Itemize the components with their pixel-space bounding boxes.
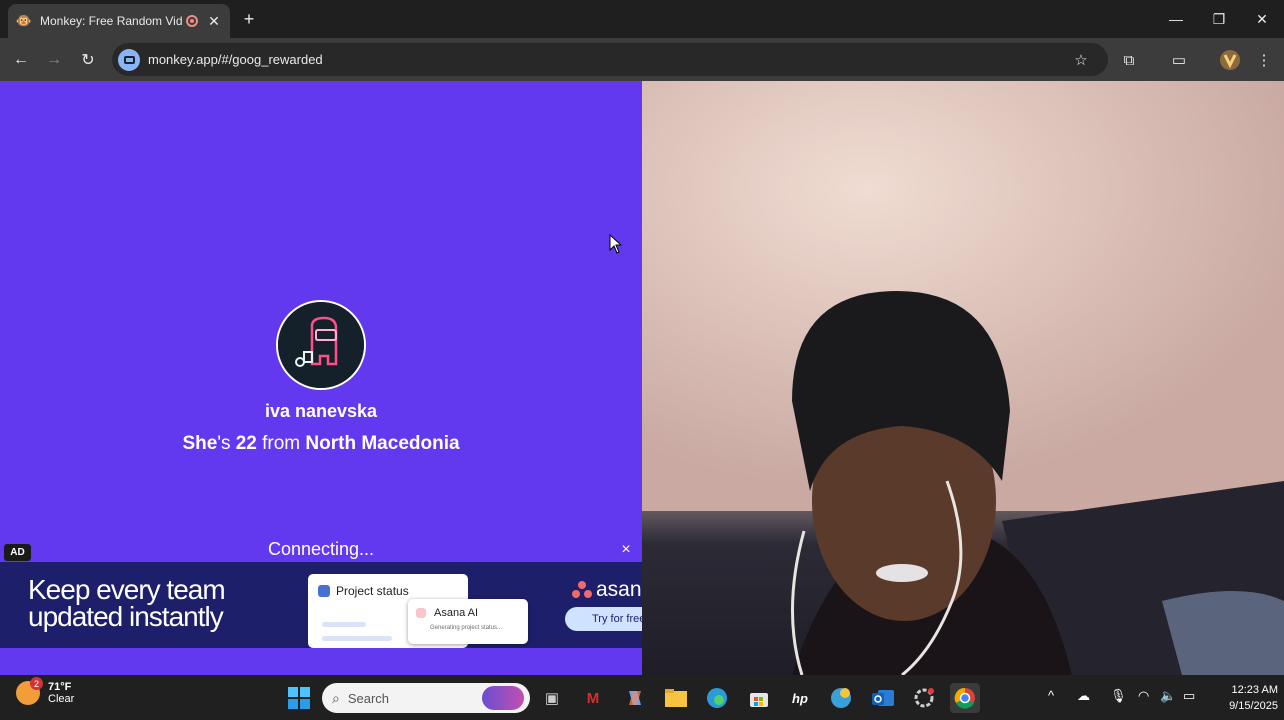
match-name: iva nanevska	[264, 401, 378, 421]
onedrive-cloud-icon[interactable]: ☁	[1077, 688, 1090, 704]
task-view-icon[interactable]: ▣	[537, 683, 567, 713]
project-icon	[318, 585, 330, 597]
close-window-button[interactable]: ✕	[1240, 0, 1284, 38]
weather-widget[interactable]: 2 71°F Clear	[16, 677, 75, 705]
browser-tab[interactable]: 🐵 Monkey: Free Random Vide ✕	[8, 4, 230, 38]
edge-icon[interactable]	[702, 683, 732, 713]
profile-avatar[interactable]	[1216, 46, 1244, 74]
match-pronoun: She	[182, 433, 218, 454]
hp-icon[interactable]: hp	[785, 683, 815, 713]
volume-icon[interactable]: 🔈	[1160, 688, 1176, 704]
ad-card-line	[322, 622, 366, 627]
extensions-icon[interactable]: ⧉	[1115, 46, 1143, 74]
windows-start-icon[interactable]	[284, 683, 314, 713]
battery-icon[interactable]: ▭	[1183, 688, 1195, 704]
taskbar-search-box[interactable]: ⌕ Search	[322, 683, 530, 713]
weather-app-icon[interactable]	[826, 683, 856, 713]
search-icon: ⌕	[332, 689, 340, 706]
match-info: She's 22 from North Macedonia	[0, 433, 642, 455]
search-highlight-icon	[482, 686, 524, 710]
match-age: 22	[235, 433, 257, 454]
monkey-favicon-icon: 🐵	[15, 13, 33, 28]
file-explorer-icon[interactable]	[661, 683, 691, 713]
ad-close-button[interactable]: ×	[617, 541, 635, 559]
tray-overflow-chevron-icon[interactable]: ^	[1048, 688, 1054, 703]
clock-time: 12:23 AM	[1231, 684, 1278, 696]
asana-ai-icon	[416, 608, 426, 618]
microphone-icon[interactable]: 🎙	[1110, 688, 1127, 704]
tab-title: Monkey: Free Random Vide	[40, 14, 182, 28]
match-from-word: from	[256, 433, 306, 454]
crewmate-icon	[278, 302, 364, 388]
asana-logo-icon	[572, 581, 592, 599]
search-placeholder: Search	[347, 690, 390, 706]
ad-headline: Keep every team updated instantly	[28, 574, 288, 632]
taskbar: 2 71°F Clear ⌕ Search ▣ M hp ^ ☁ 🎙 ◠ 🔈 ▭…	[0, 675, 1284, 720]
address-bar[interactable]: monkey.app/#/goog_rewarded	[112, 43, 1108, 76]
recording-indicator-icon	[186, 15, 198, 27]
ad-headline-line2: updated instantly	[28, 601, 224, 632]
ad-ai-sub: Generating project status...	[430, 625, 503, 631]
forward-arrow-icon[interactable]: →	[40, 46, 68, 74]
url-text[interactable]: monkey.app/#/goog_rewarded	[148, 52, 323, 67]
weather-sun-icon: 2	[16, 677, 43, 705]
ad-banner[interactable]: Keep every team updated instantly Projec…	[0, 562, 642, 648]
match-age-prefix: 's	[217, 433, 236, 454]
clock-date: 9/15/2025	[1229, 700, 1278, 712]
ad-ai-card: Asana AI Generating project status...	[408, 599, 528, 644]
ad-cta-button[interactable]: Try for free	[565, 607, 642, 631]
cast-search-icon[interactable]: ▭	[1165, 46, 1193, 74]
match-avatar	[276, 300, 366, 390]
menu-kebab-icon[interactable]: ⋮	[1250, 46, 1278, 74]
weather-temp: 71°F	[48, 681, 72, 693]
connecting-status: Connecting...	[267, 539, 375, 559]
bookmark-star-icon[interactable]: ☆	[1067, 46, 1095, 74]
browser-tab-bar: 🐵 Monkey: Free Random Vide ✕ + — ❐ ✕	[0, 0, 1284, 38]
match-country: North Macedonia	[305, 433, 460, 454]
reload-icon[interactable]: ↻	[74, 46, 102, 74]
tab-close-icon[interactable]: ✕	[206, 13, 222, 29]
notification-badge: 2	[30, 677, 43, 690]
ad-ai-label-text: Asana AI	[434, 607, 479, 619]
chrome-icon[interactable]	[950, 683, 980, 713]
self-camera-view	[642, 81, 1284, 675]
minimize-button[interactable]: —	[1154, 0, 1198, 38]
mcafee-icon[interactable]: M	[578, 683, 608, 713]
copilot-icon[interactable]	[620, 683, 650, 713]
outlook-icon[interactable]	[868, 683, 898, 713]
ad-brand-logo: asana	[572, 578, 642, 602]
ad-ai-label: Asana AI	[416, 607, 478, 619]
back-arrow-icon[interactable]: ←	[7, 46, 35, 74]
system-clock[interactable]: 12:23 AM 9/15/2025	[1208, 682, 1278, 714]
weather-desc: Clear	[48, 693, 75, 705]
browser-toolbar: ← → ↻ monkey.app/#/goog_rewarded ☆ ⧉ ▭ ⋮	[0, 38, 1284, 81]
camera-feed-image	[642, 81, 1284, 675]
ad-headline-line1: Keep every team	[28, 574, 226, 605]
site-info-icon[interactable]	[118, 48, 140, 71]
ad-brand-text: asana	[596, 578, 642, 601]
new-tab-button[interactable]: +	[238, 8, 260, 30]
ad-card-title: Project status	[318, 584, 409, 598]
maximize-button[interactable]: ❐	[1197, 0, 1241, 38]
match-panel: iva nanevska She's 22 from North Macedon…	[0, 81, 642, 675]
microsoft-store-icon[interactable]	[744, 683, 774, 713]
ad-card-line	[322, 636, 392, 641]
wifi-icon[interactable]: ◠	[1138, 688, 1149, 704]
ad-card-title-text: Project status	[336, 584, 409, 598]
ad-badge: AD	[4, 544, 31, 561]
settings-gear-icon[interactable]	[909, 683, 939, 713]
